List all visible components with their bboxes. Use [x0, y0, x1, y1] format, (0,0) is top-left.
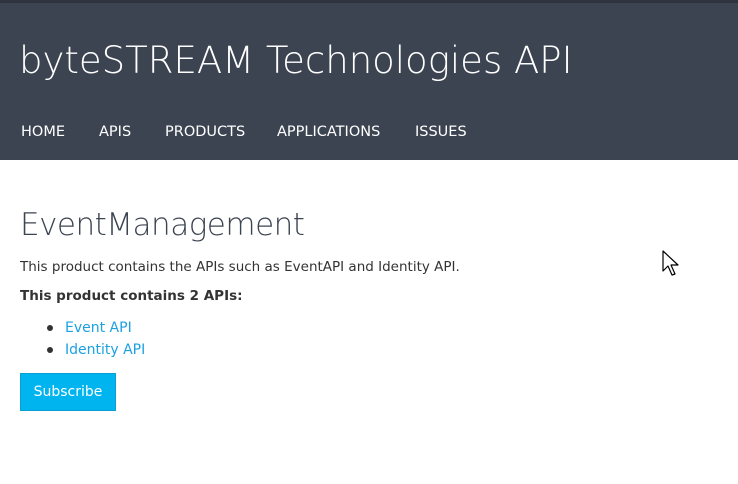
subscribe-button[interactable]: Subscribe [20, 373, 116, 411]
product-content: EventManagement This product contains th… [20, 205, 720, 361]
nav-apis[interactable]: APIS [99, 124, 131, 140]
identity-api-link[interactable]: Identity API [65, 342, 145, 358]
nav-products[interactable]: PRODUCTS [165, 124, 245, 140]
product-title: EventManagement [20, 207, 305, 243]
api-count-label: This product contains 2 APIs: [20, 288, 243, 304]
mouse-pointer-icon [662, 250, 679, 276]
list-item: Identity API [20, 339, 720, 361]
api-list: Event API Identity API [20, 317, 720, 361]
event-api-link[interactable]: Event API [65, 320, 132, 336]
site-header: byteSTREAM Technologies API HOME APIS PR… [0, 0, 738, 160]
nav-issues[interactable]: ISSUES [415, 124, 467, 140]
nav-applications[interactable]: APPLICATIONS [277, 124, 380, 140]
list-item: Event API [20, 317, 720, 339]
site-title[interactable]: byteSTREAM Technologies API [19, 39, 573, 82]
product-description: This product contains the APIs such as E… [20, 259, 460, 275]
nav-home[interactable]: HOME [21, 124, 65, 140]
